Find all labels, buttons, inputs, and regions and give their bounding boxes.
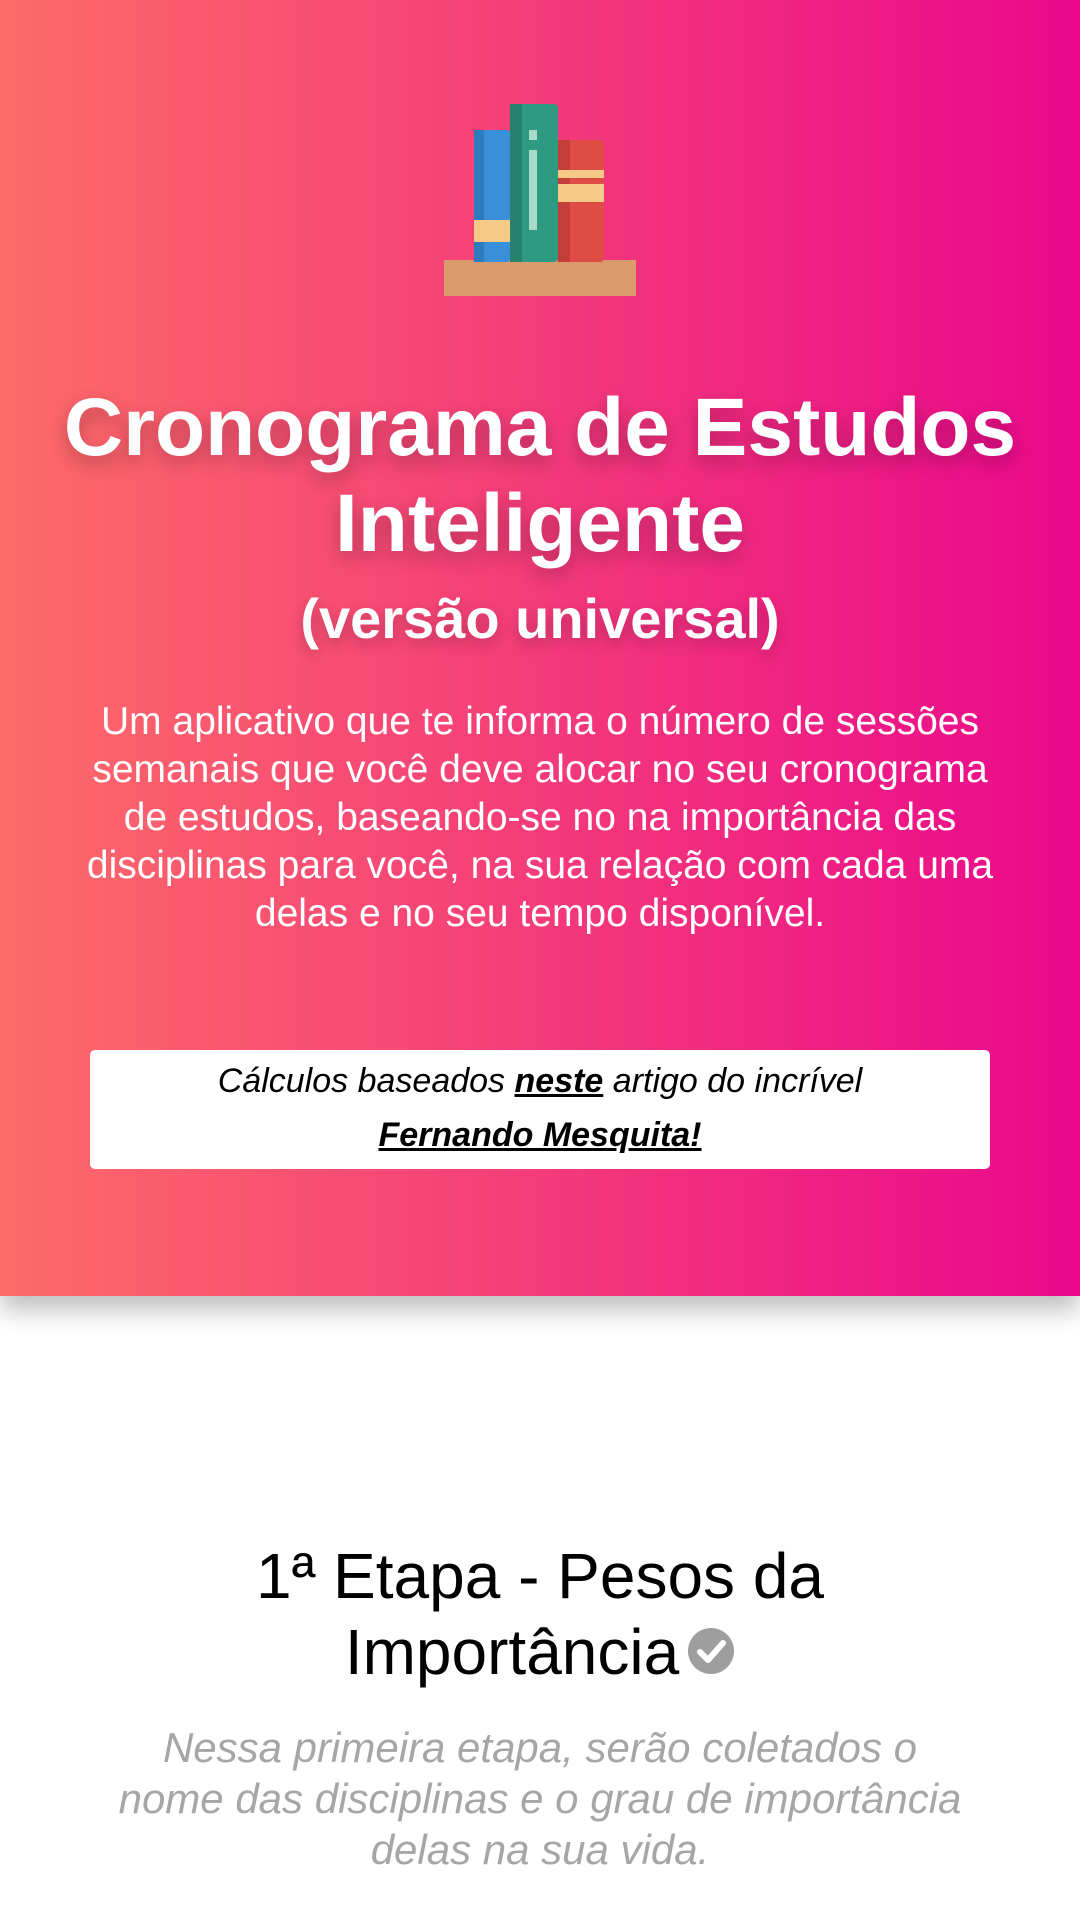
- step-description: Nessa primeira etapa, serão coletados o …: [118, 1724, 962, 1873]
- page-title: Cronograma de Estudos Inteligente: [63, 382, 1017, 569]
- article-link[interactable]: neste: [515, 1062, 604, 1100]
- step-title-text: 1ª Etapa - Pesos da Importância: [255, 1540, 825, 1688]
- credit-prefix: Cálculos baseados: [217, 1062, 506, 1100]
- app-description: Um aplicativo que te informa o número de…: [86, 700, 994, 935]
- author-link[interactable]: Fernando Mesquita!: [378, 1116, 701, 1154]
- credit-middle: artigo do incrível: [612, 1062, 863, 1100]
- page-subtitle: (versão universal): [300, 587, 780, 650]
- check-circle-icon: [688, 1628, 735, 1675]
- bookshelf-icon: [444, 104, 636, 296]
- credit-box: Cálculos baseados neste artigo do incrív…: [90, 1050, 990, 1169]
- step-title: 1ª Etapa - Pesos da Importância: [90, 1538, 990, 1690]
- hero-header: Cronograma de Estudos Inteligente (versã…: [0, 0, 1080, 1296]
